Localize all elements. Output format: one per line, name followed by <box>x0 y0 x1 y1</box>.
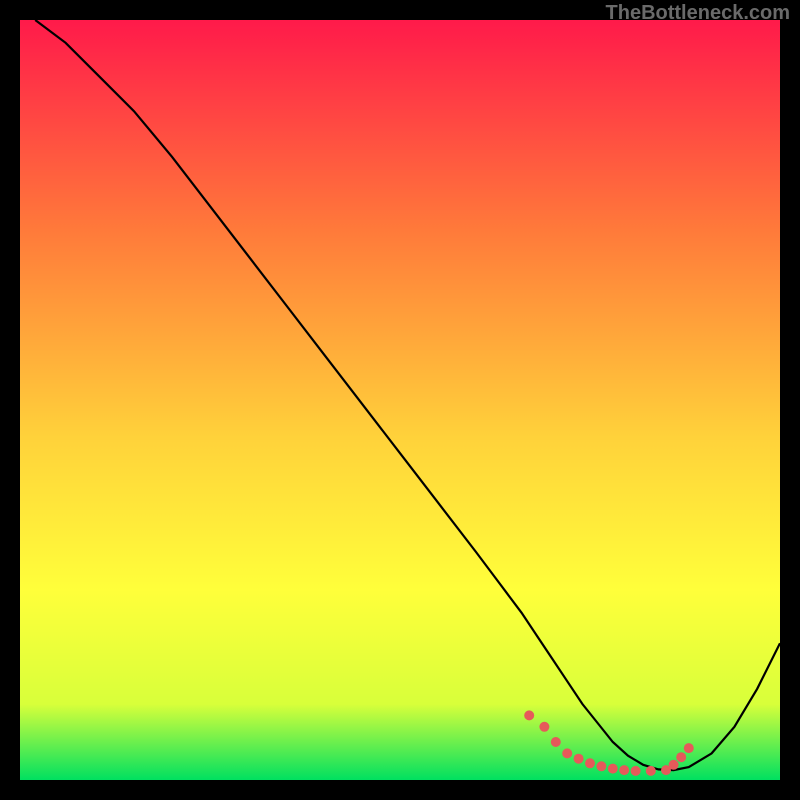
highlight-dot <box>631 766 641 776</box>
highlight-dot <box>684 743 694 753</box>
chart-container: TheBottleneck.com <box>0 0 800 800</box>
chart-svg <box>20 20 780 780</box>
plot-area <box>20 20 780 780</box>
highlight-dot <box>608 764 618 774</box>
highlight-dot <box>646 766 656 776</box>
highlight-dot <box>669 760 679 770</box>
highlight-dot <box>619 765 629 775</box>
highlight-dot <box>551 737 561 747</box>
highlight-dot <box>562 748 572 758</box>
highlight-dot <box>596 761 606 771</box>
highlight-dot <box>524 710 534 720</box>
highlight-dot <box>676 752 686 762</box>
watermark-text: TheBottleneck.com <box>606 2 790 25</box>
gradient-background <box>20 20 780 780</box>
highlight-dot <box>539 722 549 732</box>
highlight-dot <box>585 758 595 768</box>
highlight-dot <box>574 754 584 764</box>
